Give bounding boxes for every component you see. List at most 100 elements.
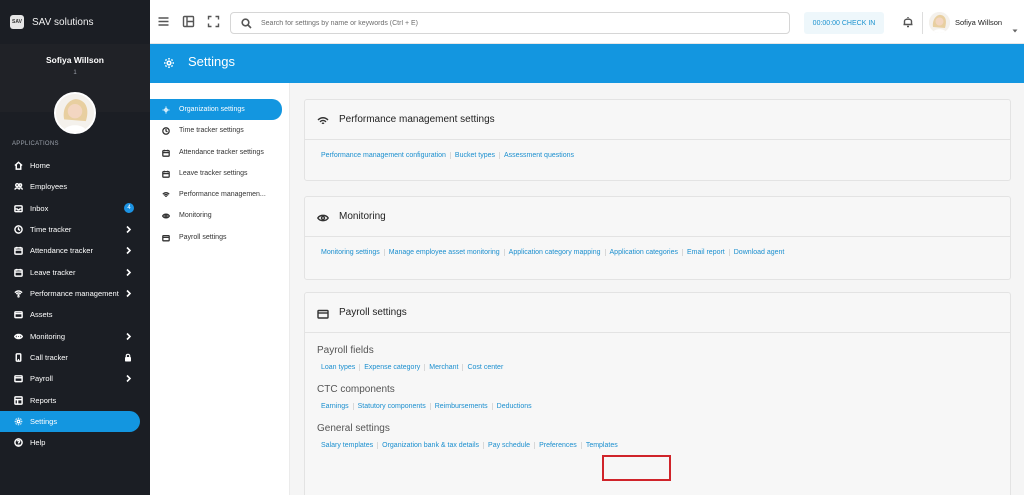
card-title: Performance management settings (339, 114, 495, 125)
search-box[interactable] (230, 12, 790, 34)
inbox-icon (14, 204, 23, 213)
phone-icon (14, 353, 23, 362)
card-links: Monitoring settings Manage employee asse… (305, 237, 1010, 256)
chevron-right-icon (125, 289, 132, 298)
sidebar-item-label: Monitoring (30, 332, 66, 341)
link-download-agent[interactable]: Download agent (728, 249, 789, 256)
link-email-report[interactable]: Email report (682, 249, 729, 256)
sidebar-item-payroll[interactable]: Payroll (0, 368, 140, 389)
settings-menu-label: Monitoring (179, 212, 212, 219)
card-icon (162, 234, 170, 242)
settings-menu-monitoring[interactable]: Monitoring (150, 205, 282, 226)
card-header: Performance management settings (305, 100, 1010, 140)
calendar-icon (14, 268, 23, 277)
sidebar-item-attendance-tracker[interactable]: Attendance tracker (0, 240, 140, 261)
sidebar-item-label: Time tracker (30, 225, 72, 234)
sidebar-item-reports[interactable]: Reports (0, 390, 140, 411)
chevron-right-icon (125, 246, 132, 255)
wifi-icon (14, 289, 23, 298)
sidebar: SAV SAV solutions Sofiya Willson 1 APPLI… (0, 0, 150, 495)
link-expense-category[interactable]: Expense category (359, 364, 424, 371)
brand[interactable]: SAV SAV solutions (0, 0, 150, 44)
sidebar-item-assets[interactable]: Assets (0, 304, 140, 325)
settings-menu-leave-tracker[interactable]: Leave tracker settings (150, 163, 282, 184)
settings-menu-label: Organization settings (179, 106, 245, 113)
divider (922, 12, 923, 34)
sidebar-item-performance-management[interactable]: Performance management (0, 283, 140, 304)
profile-name: Sofiya Willson (45, 55, 104, 65)
settings-menu-label: Payroll settings (179, 234, 227, 241)
check-in-button[interactable]: 00:00:00 CHECK IN (804, 12, 884, 34)
sidebar-item-settings[interactable]: Settings (0, 411, 140, 432)
search-input[interactable] (261, 19, 789, 27)
settings-menu-label: Attendance tracker settings (179, 149, 264, 156)
section-links: Earnings Statutory components Reimbursem… (317, 403, 1010, 410)
card-icon (14, 374, 23, 383)
sidebar-item-call-tracker[interactable]: Call tracker (0, 347, 140, 368)
link-preferences[interactable]: Preferences (534, 442, 581, 449)
sidebar-item-label: Help (30, 438, 46, 447)
gear-icon (163, 56, 175, 68)
card-icon (317, 307, 329, 319)
avatar[interactable] (54, 92, 96, 134)
sidebar-item-employees[interactable]: Employees (0, 176, 140, 197)
chevron-right-icon (125, 268, 132, 277)
sidebar-item-monitoring[interactable]: Monitoring (0, 326, 140, 347)
layout-icon[interactable] (182, 15, 195, 28)
settings-menu-performance[interactable]: Performance managemen... (150, 184, 282, 205)
inbox-count-badge: 4 (124, 203, 134, 213)
chevron-right-icon (125, 225, 132, 234)
chevron-right-icon (125, 374, 132, 383)
menu-icon[interactable] (157, 15, 170, 28)
settings-menu-time-tracker[interactable]: Time tracker settings (150, 120, 282, 141)
link-cost-center[interactable]: Cost center (462, 364, 507, 371)
link-deductions[interactable]: Deductions (491, 403, 536, 410)
sidebar-item-help[interactable]: Help (0, 432, 140, 453)
user-avatar[interactable] (929, 12, 950, 33)
settings-menu-attendance-tracker[interactable]: Attendance tracker settings (150, 142, 282, 163)
section-links: Salary templates Organization bank & tax… (317, 442, 1010, 449)
wifi-icon (162, 191, 170, 199)
link-application-categories[interactable]: Application categories (604, 249, 683, 256)
report-icon (14, 396, 23, 405)
brand-logo: SAV (10, 15, 24, 29)
settings-menu-label: Time tracker settings (179, 127, 244, 134)
calendar-icon (162, 170, 170, 178)
sidebar-item-home[interactable]: Home (0, 155, 140, 176)
sidebar-item-time-tracker[interactable]: Time tracker (0, 219, 140, 240)
chevron-down-icon[interactable] (1012, 20, 1018, 33)
card-title: Monitoring (339, 211, 386, 222)
link-salary-templates[interactable]: Salary templates (321, 442, 377, 449)
card-header: Payroll settings (305, 293, 1010, 333)
settings-menu-label: Performance managemen... (179, 191, 266, 198)
link-reimbursements[interactable]: Reimbursements (429, 403, 492, 410)
link-pay-schedule[interactable]: Pay schedule (483, 442, 534, 449)
link-manage-asset-monitoring[interactable]: Manage employee asset monitoring (383, 249, 504, 256)
settings-menu-payroll[interactable]: Payroll settings (150, 227, 282, 248)
link-bucket-types[interactable]: Bucket types (449, 152, 499, 159)
user-name[interactable]: Sofiya Willson (955, 18, 1002, 27)
top-bar: 00:00:00 CHECK IN Sofiya Willson (150, 0, 1024, 44)
link-performance-configuration[interactable]: Performance management configuration (321, 152, 450, 159)
link-monitoring-settings[interactable]: Monitoring settings (321, 249, 384, 256)
profile-sub: 1 (73, 70, 77, 76)
sidebar-item-inbox[interactable]: Inbox 4 (0, 198, 140, 219)
fullscreen-icon[interactable] (207, 15, 220, 28)
sidebar-item-label: Inbox (30, 204, 49, 213)
link-statutory-components[interactable]: Statutory components (352, 403, 430, 410)
apps-section-label: APPLICATIONS (12, 141, 59, 147)
link-organization-bank-tax[interactable]: Organization bank & tax details (377, 442, 483, 449)
link-merchant[interactable]: Merchant (424, 364, 462, 371)
settings-menu-organization[interactable]: Organization settings (150, 99, 282, 120)
link-templates[interactable]: Templates (580, 442, 622, 449)
sidebar-item-leave-tracker[interactable]: Leave tracker (0, 262, 140, 283)
card-links: Performance management configuration Buc… (305, 140, 1010, 159)
box-icon (14, 310, 23, 319)
link-earnings[interactable]: Earnings (321, 403, 353, 410)
link-application-category-mapping[interactable]: Application category mapping (503, 249, 605, 256)
bell-icon[interactable] (902, 15, 914, 28)
sidebar-item-label: Leave tracker (30, 268, 76, 277)
calendar-icon (14, 246, 23, 255)
link-assessment-questions[interactable]: Assessment questions (498, 152, 578, 159)
link-loan-types[interactable]: Loan types (321, 364, 359, 371)
